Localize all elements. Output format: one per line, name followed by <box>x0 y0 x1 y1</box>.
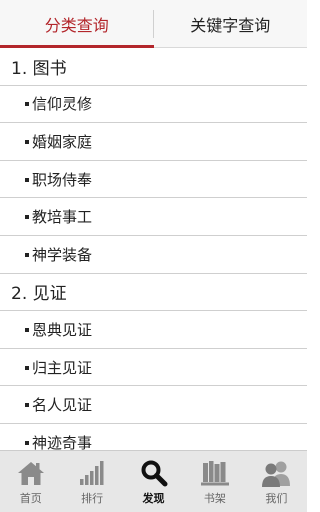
list-category-books[interactable]: 1. 图书 <box>0 48 307 86</box>
ranking-icon <box>77 458 107 488</box>
item-label: 职场侍奉 <box>32 170 93 189</box>
tab-category-search[interactable]: 分类查询 <box>0 0 154 48</box>
item-label: 教培事工 <box>32 208 93 227</box>
item-label: 神迹奇事 <box>32 433 93 450</box>
home-icon <box>16 458 46 488</box>
category-label: 2. 见证 <box>11 284 67 305</box>
nav-bookshelf[interactable]: 书架 <box>184 451 245 512</box>
tab-keyword-search[interactable]: 关键字查询 <box>154 0 308 47</box>
nav-us[interactable]: 我们 <box>246 451 307 512</box>
bullet-icon <box>25 252 29 257</box>
bookshelf-icon <box>200 458 230 488</box>
nav-label: 发现 <box>142 492 165 505</box>
nav-home[interactable]: 首页 <box>0 451 61 512</box>
bullet-icon <box>25 365 29 370</box>
nav-label: 书架 <box>203 492 226 505</box>
category-list: 1. 图书 信仰灵修 婚姻家庭 职场侍奉 教培事工 神学装备 2. 见证 恩典见… <box>0 48 307 450</box>
list-item[interactable]: 神学装备 <box>0 236 307 274</box>
list-item[interactable]: 教培事工 <box>0 198 307 236</box>
nav-label: 我们 <box>265 492 288 505</box>
item-label: 归主见证 <box>32 358 93 377</box>
list-item[interactable]: 名人见证 <box>0 386 307 424</box>
nav-label: 排行 <box>81 492 104 505</box>
list-item[interactable]: 神迹奇事 <box>0 424 307 450</box>
nav-label: 首页 <box>19 492 42 505</box>
bullet-icon <box>25 102 29 107</box>
list-category-testimony[interactable]: 2. 见证 <box>0 274 307 312</box>
bottom-nav-bar: 首页 排行 发现 书架 我们 <box>0 450 307 512</box>
item-label: 名人见证 <box>32 396 93 415</box>
nav-ranking[interactable]: 排行 <box>61 451 122 512</box>
tab-label: 关键字查询 <box>190 15 271 35</box>
item-label: 神学装备 <box>32 245 93 264</box>
bullet-icon <box>25 177 29 182</box>
bullet-icon <box>25 440 29 445</box>
list-item[interactable]: 信仰灵修 <box>0 86 307 124</box>
list-item[interactable]: 恩典见证 <box>0 311 307 349</box>
list-item[interactable]: 归主见证 <box>0 349 307 387</box>
bullet-icon <box>25 215 29 220</box>
bullet-icon <box>25 139 29 144</box>
bullet-icon <box>25 403 29 408</box>
tab-label: 分类查询 <box>44 15 109 35</box>
category-label: 1. 图书 <box>11 58 67 79</box>
bullet-icon <box>25 327 29 332</box>
people-icon <box>261 458 291 488</box>
search-icon <box>139 458 169 488</box>
item-label: 信仰灵修 <box>32 95 93 114</box>
list-item[interactable]: 婚姻家庭 <box>0 123 307 161</box>
top-tab-bar: 分类查询 关键字查询 <box>0 0 307 48</box>
item-label: 恩典见证 <box>32 320 93 339</box>
list-item[interactable]: 职场侍奉 <box>0 161 307 199</box>
nav-discover[interactable]: 发现 <box>123 451 184 512</box>
item-label: 婚姻家庭 <box>32 132 93 151</box>
